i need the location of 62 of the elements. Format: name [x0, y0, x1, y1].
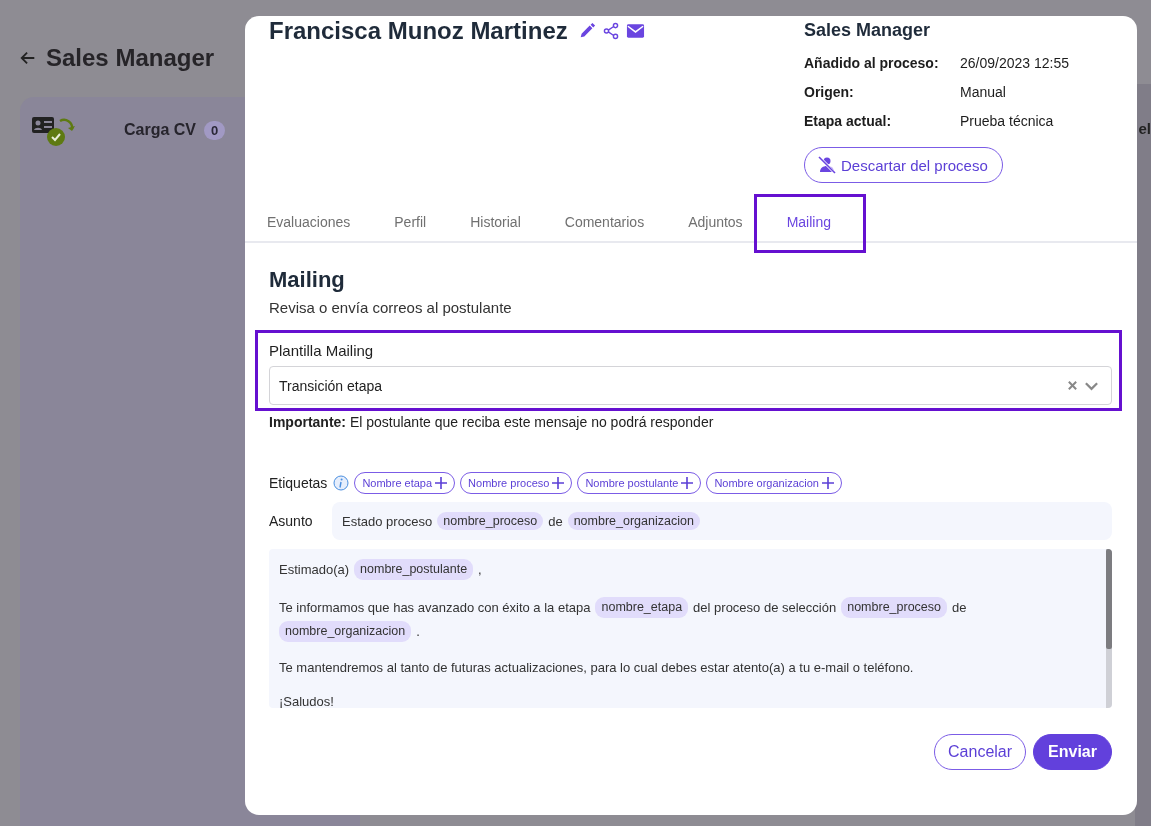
section-subtitle: Revisa o envía correos al postulante: [269, 299, 513, 316]
info-icon: [333, 475, 350, 491]
tab[interactable]: Perfil: [372, 209, 449, 241]
scrollbar-thumb[interactable]: [1106, 549, 1112, 649]
message-text: Te mantendremos al tanto de futuras actualizaciones, para lo cual debes estar atento(a) a tu e-mail o teléfono.: [279, 659, 914, 676]
subject-label: Asunto: [269, 513, 314, 529]
tab[interactable]: Adjuntos: [666, 209, 765, 241]
tag-button[interactable]: Nombre proceso: [460, 472, 573, 494]
tab[interactable]: Historial: [448, 209, 543, 241]
column-text: el: [1138, 120, 1151, 137]
message-text: .: [416, 623, 420, 640]
count-badge: 0: [204, 120, 226, 140]
variable-tag: nombre_postulante: [354, 559, 474, 580]
message-text: de: [952, 599, 967, 616]
tag-button[interactable]: Nombre postulante: [577, 472, 702, 494]
process-title: Sales Manager: [804, 20, 932, 42]
send-button[interactable]: Enviar: [1033, 734, 1112, 770]
message-text: del proceso de selección: [693, 599, 837, 616]
variable-tag: nombre_organizacion: [279, 621, 412, 642]
cancel-button[interactable]: Cancelar: [934, 734, 1027, 770]
detail-label: Origen:: [804, 83, 855, 100]
plus-icon: [681, 477, 694, 489]
tag-button[interactable]: Nombre organizacion: [706, 472, 842, 494]
discard-button[interactable]: Descartar del proceso: [804, 147, 1003, 183]
detail-label: Etapa actual:: [804, 112, 893, 129]
variable-tag: nombre_etapa: [595, 597, 689, 618]
subject-field[interactable]: Estado proceso nombre_proceso de nombre_organizacion: [332, 502, 1112, 540]
message-editor[interactable]: [269, 549, 1112, 708]
variable-tag: nombre_proceso: [841, 597, 947, 618]
tab[interactable]: Evaluaciones: [245, 209, 373, 241]
clear-icon: [1067, 380, 1078, 391]
variable-tag: nombre_proceso: [437, 512, 544, 530]
field-label: Plantilla Mailing: [269, 342, 375, 359]
template-select[interactable]: Transición etapa: [269, 366, 1112, 405]
detail-label: Añadido al proceso:: [804, 54, 940, 71]
tab[interactable]: Comentarios: [542, 209, 667, 241]
plus-icon: [821, 477, 834, 489]
notice-text: Importante: El postulante que reciba este mensaje no podrá responder: [269, 414, 715, 430]
message-text: Estado proceso: [342, 513, 433, 529]
mail-icon: [625, 23, 645, 39]
column-title: Carga CV: [124, 121, 197, 139]
message-text: ¡Saludos!: [279, 693, 334, 708]
tag-button[interactable]: Nombre etapa: [354, 472, 456, 494]
detail-value: 26/09/2023 12:55: [960, 54, 1069, 71]
chevron-down-icon: [1084, 380, 1099, 391]
select-value: Transición etapa: [279, 377, 383, 394]
variable-tag: nombre_organizacion: [567, 512, 700, 530]
candidate-name: Francisca Munoz Martinez: [269, 17, 568, 45]
message-text: ,: [478, 561, 482, 578]
detail-value: Manual: [960, 83, 1006, 100]
back-arrow-icon: [19, 49, 37, 67]
message-text: de: [548, 513, 563, 529]
detail-value: Prueba técnica: [960, 112, 1054, 129]
section-title: Mailing: [269, 267, 346, 293]
message-text: Te informamos que has avanzado con éxito a la etapa: [279, 599, 591, 616]
share-icon: [601, 21, 620, 41]
plus-icon: [552, 477, 565, 489]
message-text: Estimado(a): [279, 561, 350, 578]
person-off-icon: [817, 155, 837, 175]
tags-label: Etiquetas: [269, 475, 328, 491]
plus-icon: [435, 477, 448, 489]
page-title: Sales Manager: [46, 44, 215, 72]
